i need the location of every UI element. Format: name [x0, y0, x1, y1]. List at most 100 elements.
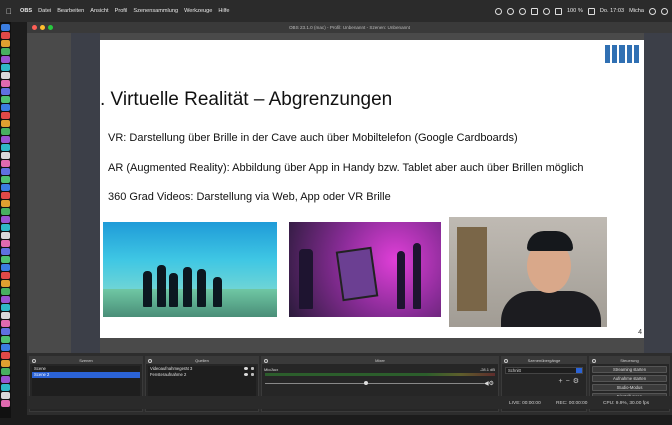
dock-app-icon[interactable]: [1, 368, 10, 375]
dock-app-icon[interactable]: [1, 296, 10, 303]
dock-app-icon[interactable]: [1, 232, 10, 239]
dock-app-icon[interactable]: [1, 280, 10, 287]
dock-app-icon[interactable]: [1, 336, 10, 343]
scene-item-scene-2[interactable]: Scene 2: [32, 372, 140, 378]
studio-mode-button[interactable]: Studio-Modus: [592, 384, 667, 391]
tum-logo: [605, 45, 640, 63]
menu-werkzeuge[interactable]: Werkzeuge: [184, 8, 212, 14]
menu-profil[interactable]: Profil: [115, 8, 128, 14]
dock-app-icon[interactable]: [1, 144, 10, 151]
dock-app-icon[interactable]: [1, 312, 10, 319]
volume-icon[interactable]: [554, 7, 562, 15]
dock-app-icon[interactable]: [1, 208, 10, 215]
visibility-eye-icon[interactable]: [244, 373, 248, 376]
clock[interactable]: Do. 17:03: [600, 8, 624, 14]
undock-icon[interactable]: [148, 358, 152, 363]
dock-app-icon[interactable]: [1, 256, 10, 263]
apple-icon[interactable]: : [6, 7, 12, 16]
dock-app-icon[interactable]: [1, 152, 10, 159]
dock-app-icon[interactable]: [1, 272, 10, 279]
add-icon[interactable]: +: [559, 378, 566, 385]
menu-ansicht[interactable]: Ansicht: [90, 8, 108, 14]
status-icon-1[interactable]: [494, 7, 502, 15]
close-button[interactable]: [32, 25, 37, 30]
gear-icon[interactable]: ⚙: [573, 378, 582, 385]
preview-area[interactable]: . Virtuelle Realität – Abgrenzungen VR: …: [27, 33, 672, 353]
lock-icon[interactable]: [251, 373, 254, 376]
dock-app-icon[interactable]: [1, 304, 10, 311]
dock-app-icon[interactable]: [1, 112, 10, 119]
dock-app-icon[interactable]: [1, 96, 10, 103]
dock-app-icon[interactable]: [1, 320, 10, 327]
speaker-gear-icon[interactable]: ◀⚙: [484, 380, 494, 387]
dock-app-icon[interactable]: [1, 160, 10, 167]
status-icon-2[interactable]: [506, 7, 514, 15]
dock-app-icon[interactable]: [1, 72, 10, 79]
dock-app-icon[interactable]: [1, 216, 10, 223]
battery-icon[interactable]: [587, 7, 595, 15]
chevron-down-icon[interactable]: [576, 368, 582, 373]
undock-icon[interactable]: [592, 358, 596, 363]
dock-app-icon[interactable]: [1, 88, 10, 95]
menu-hilfe[interactable]: Hilfe: [218, 8, 229, 14]
dock-app-icon[interactable]: [1, 56, 10, 63]
dock-app-icon[interactable]: [1, 240, 10, 247]
search-icon[interactable]: [649, 7, 656, 15]
visibility-eye-icon[interactable]: [244, 367, 248, 370]
bluetooth-icon[interactable]: [530, 7, 538, 15]
dock-app-icon[interactable]: [1, 80, 10, 87]
dock-app-icon[interactable]: [1, 352, 10, 359]
menu-datei[interactable]: Datei: [38, 8, 51, 14]
menu-bearbeiten[interactable]: Bearbeiten: [57, 8, 84, 14]
siri-icon[interactable]: [661, 7, 668, 15]
dock-app-icon[interactable]: [1, 184, 10, 191]
dock-app-icon[interactable]: [1, 32, 10, 39]
dock-app-icon[interactable]: [1, 224, 10, 231]
start-streaming-button[interactable]: Streaming starten: [592, 366, 667, 373]
rec-status: REC: 00:00:00: [556, 401, 588, 406]
dock-app-icon[interactable]: [1, 288, 10, 295]
status-icon-3[interactable]: [518, 7, 526, 15]
dock-app-icon[interactable]: [1, 384, 10, 391]
dock-app-icon[interactable]: [1, 376, 10, 383]
start-recording-button[interactable]: Aufnahme starten: [592, 375, 667, 382]
dock-app-icon[interactable]: [1, 360, 10, 367]
remove-icon[interactable]: −: [566, 378, 573, 385]
dock-app-icon[interactable]: [1, 400, 10, 407]
menu-app-obs[interactable]: OBS: [20, 8, 32, 14]
transition-select[interactable]: Schnitt: [505, 367, 583, 374]
source-item[interactable]: Fensteraufnahme 2: [148, 372, 256, 378]
dock-app-icon[interactable]: [1, 128, 10, 135]
minimize-button[interactable]: [40, 25, 45, 30]
window-titlebar[interactable]: OBS 23.1.0 (mac) - Profil: Unbenannt - S…: [27, 22, 672, 33]
dock-app-icon[interactable]: [1, 24, 10, 31]
undock-icon[interactable]: [32, 358, 36, 363]
mixer-channel-name: Mic/Aux: [264, 367, 279, 372]
dock-app-icon[interactable]: [1, 328, 10, 335]
dock-app-icon[interactable]: [1, 392, 10, 399]
undock-icon[interactable]: [264, 358, 268, 363]
dock-app-icon[interactable]: [1, 200, 10, 207]
slide-bullet-vr: VR: Darstellung über Brille in der Cave …: [108, 132, 518, 144]
dock-app-icon[interactable]: [1, 48, 10, 55]
wifi-icon[interactable]: [542, 7, 550, 15]
dock-app-icon[interactable]: [1, 168, 10, 175]
volume-slider-handle[interactable]: [364, 381, 368, 385]
dock-app-icon[interactable]: [1, 120, 10, 127]
dock-app-icon[interactable]: [1, 248, 10, 255]
undock-icon[interactable]: [504, 358, 508, 363]
dock-app-icon[interactable]: [1, 176, 10, 183]
dock-app-icon[interactable]: [1, 64, 10, 71]
zoom-button[interactable]: [48, 25, 53, 30]
dock-app-icon[interactable]: [1, 40, 10, 47]
dock-app-icon[interactable]: [1, 192, 10, 199]
dock-app-icon[interactable]: [1, 264, 10, 271]
volume-slider[interactable]: [265, 383, 484, 384]
cpu-status: CPU: 9.9%, 30.00 fps: [603, 401, 650, 406]
lock-icon[interactable]: [251, 367, 254, 370]
dock-app-icon[interactable]: [1, 136, 10, 143]
user-name[interactable]: Micha: [629, 8, 644, 14]
menu-szenensammlung[interactable]: Szenensammlung: [133, 8, 178, 14]
dock-app-icon[interactable]: [1, 104, 10, 111]
dock-app-icon[interactable]: [1, 344, 10, 351]
